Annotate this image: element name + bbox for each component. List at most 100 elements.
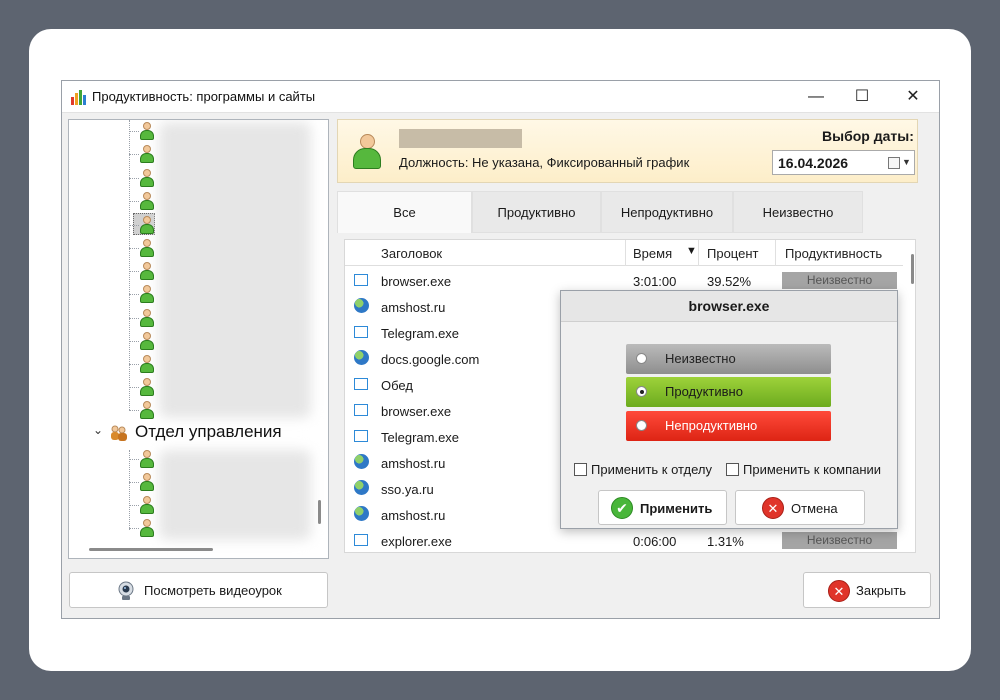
- date-picker[interactable]: 16.04.2026 ▼: [772, 150, 915, 175]
- popup-title: browser.exe: [561, 291, 897, 322]
- row-title: Обед: [381, 378, 413, 393]
- tab-unproductive[interactable]: Непродуктивно: [601, 191, 733, 233]
- option-unknown[interactable]: Неизвестно: [626, 344, 831, 374]
- row-productivity-badge[interactable]: Неизвестно: [782, 532, 897, 549]
- user-icon: [139, 496, 155, 514]
- column-title[interactable]: Заголовок: [381, 246, 442, 261]
- table-row[interactable]: explorer.exe 0:06:00 1.31% Неизвестно: [345, 528, 903, 552]
- option-unknown-label: Неизвестно: [665, 351, 736, 366]
- checkmark-icon: ✔: [611, 497, 633, 519]
- column-time[interactable]: Время: [633, 246, 672, 261]
- window-icon: [354, 404, 368, 416]
- app-chart-icon: [71, 90, 86, 105]
- tree-user-node[interactable]: [129, 120, 328, 142]
- window-close-button[interactable]: ✕: [890, 81, 936, 112]
- tree-department-node[interactable]: ⌄ Отдел управления: [93, 422, 323, 444]
- apply-to-company-label: Применить к компании: [743, 462, 882, 477]
- chevron-down-icon[interactable]: ⌄: [93, 423, 103, 437]
- row-title: docs.google.com: [381, 352, 480, 367]
- department-icon: [111, 425, 127, 441]
- table-vertical-scrollbar[interactable]: [911, 254, 914, 284]
- tree-user-node[interactable]: [129, 283, 328, 305]
- row-time: 3:01:00: [633, 274, 677, 289]
- employee-name-redacted: [399, 129, 522, 148]
- row-title: sso.ya.ru: [381, 482, 434, 497]
- tree-horizontal-scrollbar[interactable]: [89, 548, 213, 551]
- row-title: amshost.ru: [381, 456, 446, 471]
- calendar-icon[interactable]: [888, 157, 900, 169]
- tree-user-node[interactable]: [129, 448, 328, 470]
- user-icon: [139, 216, 155, 234]
- maximize-button[interactable]: ☐: [839, 81, 885, 112]
- dropdown-arrow-icon[interactable]: ▼: [902, 157, 911, 167]
- checkbox-box[interactable]: [726, 463, 739, 476]
- row-title: browser.exe: [381, 274, 452, 289]
- apply-button[interactable]: ✔ Применить: [598, 490, 727, 525]
- window-icon: [354, 378, 368, 390]
- row-percent: 39.52%: [707, 274, 752, 289]
- user-icon: [139, 401, 155, 419]
- tree-user-node[interactable]: [129, 330, 328, 352]
- employee-position: Должность: Не указана, Фиксированный гра…: [399, 155, 690, 170]
- row-title: amshost.ru: [381, 508, 446, 523]
- globe-icon: [354, 350, 369, 365]
- cancel-button[interactable]: ✕ Отмена: [735, 490, 865, 525]
- user-icon: [139, 122, 155, 140]
- minimize-button[interactable]: —: [793, 81, 839, 112]
- option-productive[interactable]: Продуктивно: [626, 377, 831, 407]
- tree-user-node[interactable]: [129, 517, 328, 539]
- productivity-popup: browser.exe Неизвестно Продуктивно Непро…: [560, 290, 898, 529]
- globe-icon: [354, 480, 369, 495]
- user-icon: [139, 450, 155, 468]
- close-button[interactable]: ✕ Закрыть: [803, 572, 931, 608]
- tree-vertical-scrollbar[interactable]: [318, 500, 321, 524]
- row-title: explorer.exe: [381, 534, 452, 549]
- tree-user-node[interactable]: [129, 471, 328, 493]
- app-window: Продуктивность: программы и сайты — ☐ ✕ …: [61, 80, 940, 619]
- row-title: Telegram.exe: [381, 326, 460, 341]
- tree-user-node[interactable]: [129, 260, 328, 282]
- user-icon: [139, 262, 155, 280]
- column-percent[interactable]: Процент: [707, 246, 758, 261]
- tree-user-node[interactable]: [129, 167, 328, 189]
- checkbox-box[interactable]: [574, 463, 587, 476]
- video-tutorial-label: Посмотреть видеоурок: [144, 583, 282, 598]
- radio-unproductive[interactable]: [636, 420, 647, 431]
- table-header: Заголовок Время ▼ Процент Продуктивность: [345, 240, 903, 266]
- employee-tree: ⌄ Отдел управления: [68, 119, 329, 559]
- column-productivity[interactable]: Продуктивность: [785, 246, 882, 261]
- tab-all[interactable]: Все: [337, 191, 472, 233]
- user-icon: [139, 378, 155, 396]
- user-icon: [139, 169, 155, 187]
- apply-to-department-label: Применить к отделу: [591, 462, 713, 477]
- tree-user-node[interactable]: [129, 143, 328, 165]
- user-icon: [139, 285, 155, 303]
- tab-unknown[interactable]: Неизвестно: [733, 191, 863, 233]
- tree-user-node[interactable]: [129, 214, 328, 236]
- tree-user-node[interactable]: [129, 399, 328, 421]
- user-icon: [139, 332, 155, 350]
- tree-user-node[interactable]: [129, 376, 328, 398]
- tree-user-node[interactable]: [129, 353, 328, 375]
- globe-icon: [354, 298, 369, 313]
- date-label: Выбор даты:: [822, 128, 914, 144]
- filter-tabs: Все Продуктивно Непродуктивно Неизвестно: [337, 191, 918, 233]
- tree-user-node[interactable]: [129, 494, 328, 516]
- video-tutorial-button[interactable]: Посмотреть видеоурок: [69, 572, 328, 608]
- radio-unknown[interactable]: [636, 353, 647, 364]
- employee-header: Должность: Не указана, Фиксированный гра…: [337, 119, 918, 183]
- radio-productive[interactable]: [636, 386, 647, 397]
- user-icon: [139, 355, 155, 373]
- window-icon: [354, 430, 368, 442]
- tab-productive[interactable]: Продуктивно: [472, 191, 601, 233]
- row-time: 0:06:00: [633, 534, 677, 549]
- tree-user-node[interactable]: [129, 237, 328, 259]
- tree-user-node[interactable]: [129, 307, 328, 329]
- row-title: Telegram.exe: [381, 430, 460, 445]
- tree-user-node[interactable]: [129, 190, 328, 212]
- row-productivity-badge[interactable]: Неизвестно: [782, 272, 897, 289]
- option-unproductive[interactable]: Непродуктивно: [626, 411, 831, 441]
- title-bar: Продуктивность: программы и сайты — ☐ ✕: [62, 81, 939, 113]
- sort-descending-icon[interactable]: ▼: [686, 245, 697, 257]
- option-unproductive-label: Непродуктивно: [665, 418, 758, 433]
